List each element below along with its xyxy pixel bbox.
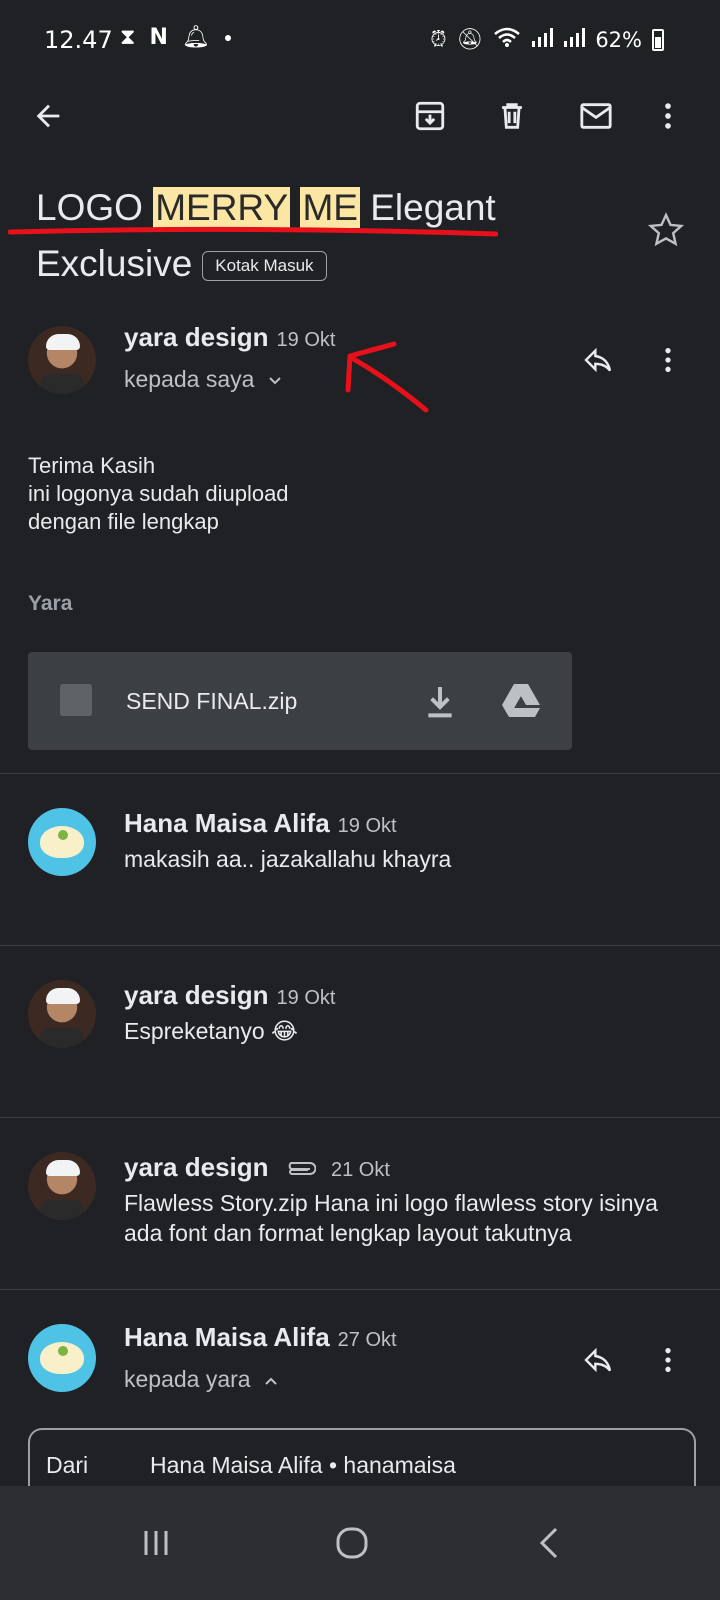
status-left-icons: ⧗ N 🔔︎ ● (120, 24, 232, 50)
signal-icon (531, 27, 554, 53)
home-icon[interactable] (324, 1518, 380, 1568)
message-snippet[interactable]: Flawless Story.zip Hana ini logo flawles… (124, 1188, 684, 1248)
drive-icon[interactable] (500, 682, 542, 722)
attachment-card[interactable]: SEND FINAL.zip (28, 652, 572, 750)
delete-icon[interactable] (490, 94, 534, 138)
reply-icon[interactable] (576, 338, 620, 382)
message-sender: yara design 19 Okt (124, 322, 336, 352)
battery-percent: 62% (595, 28, 642, 52)
avatar[interactable] (28, 326, 96, 394)
subject-line-2: Exclusive Kotak Masuk (36, 236, 636, 292)
alarm-icon: ⏰︎ (430, 28, 447, 51)
back-arrow-icon[interactable] (26, 94, 70, 138)
message-sender[interactable]: Hana Maisa Alifa 19 Okt (124, 808, 397, 839)
attachment-clip-icon (284, 1152, 323, 1182)
message-sender[interactable]: yara design 19 Okt (124, 980, 335, 1011)
download-icon[interactable] (420, 682, 460, 722)
back-icon[interactable] (522, 1518, 578, 1568)
attachment-name: SEND FINAL.zip (126, 688, 298, 714)
from-value: Hana Maisa Alifa • hanamaisa (150, 1452, 456, 1478)
mark-unread-icon[interactable] (574, 94, 618, 138)
red-arrow-annotation (345, 341, 429, 413)
avatar[interactable] (28, 980, 96, 1048)
message-more-icon[interactable] (646, 338, 690, 382)
message-snippet[interactable]: Espreketanyo 😂 (124, 1016, 684, 1046)
archive-icon[interactable] (408, 94, 452, 138)
divider (0, 945, 720, 946)
wifi-icon (493, 26, 521, 54)
message-snippet[interactable]: makasih aa.. jazakallahu khayra (124, 844, 684, 874)
top-toolbar (0, 80, 720, 152)
avatar[interactable] (28, 808, 96, 876)
status-time: 12.47 (44, 26, 113, 54)
red-underline-annotation (8, 226, 498, 237)
recipient-toggle[interactable]: kepada yara (124, 1366, 279, 1393)
dot-icon: ● (223, 29, 233, 45)
message-more-icon[interactable] (646, 1338, 690, 1382)
message-body: Terima Kasih ini logonya sudah diupload … (28, 453, 289, 534)
message-sender[interactable]: yara design 21 Okt (124, 1152, 390, 1183)
recents-icon[interactable] (128, 1518, 184, 1568)
chevron-up-icon (263, 1366, 279, 1392)
netflix-icon: N (149, 24, 168, 50)
reply-icon[interactable] (576, 1338, 620, 1382)
star-icon[interactable] (647, 212, 688, 252)
from-label: Dari (46, 1452, 89, 1478)
status-bar: 12.47 ⧗ N 🔔︎ ● ⏰︎ 🔕︎ 62% (0, 0, 720, 80)
signature: Yara (28, 592, 73, 615)
bell-icon: 🔔︎ (181, 24, 210, 49)
zip-file-icon (60, 684, 92, 716)
message-sender: Hana Maisa Alifa 27 Okt (124, 1322, 397, 1352)
divider (0, 773, 720, 774)
system-nav-bar (0, 1486, 720, 1600)
divider (0, 1117, 720, 1118)
recipient-toggle[interactable]: kepada saya (124, 366, 283, 393)
avatar[interactable] (28, 1152, 96, 1220)
status-right-icons: ⏰︎ 🔕︎ 62% (430, 26, 664, 54)
avatar[interactable] (28, 1324, 96, 1392)
battery-icon (652, 29, 664, 51)
more-vert-icon[interactable] (646, 94, 690, 138)
mute-icon: 🔕︎ (456, 28, 484, 51)
chevron-down-icon (267, 366, 283, 392)
divider (0, 1289, 720, 1290)
hourglass-icon: ⧗ (120, 24, 136, 49)
signal-icon-2 (563, 27, 586, 53)
label-badge[interactable]: Kotak Masuk (202, 251, 327, 282)
